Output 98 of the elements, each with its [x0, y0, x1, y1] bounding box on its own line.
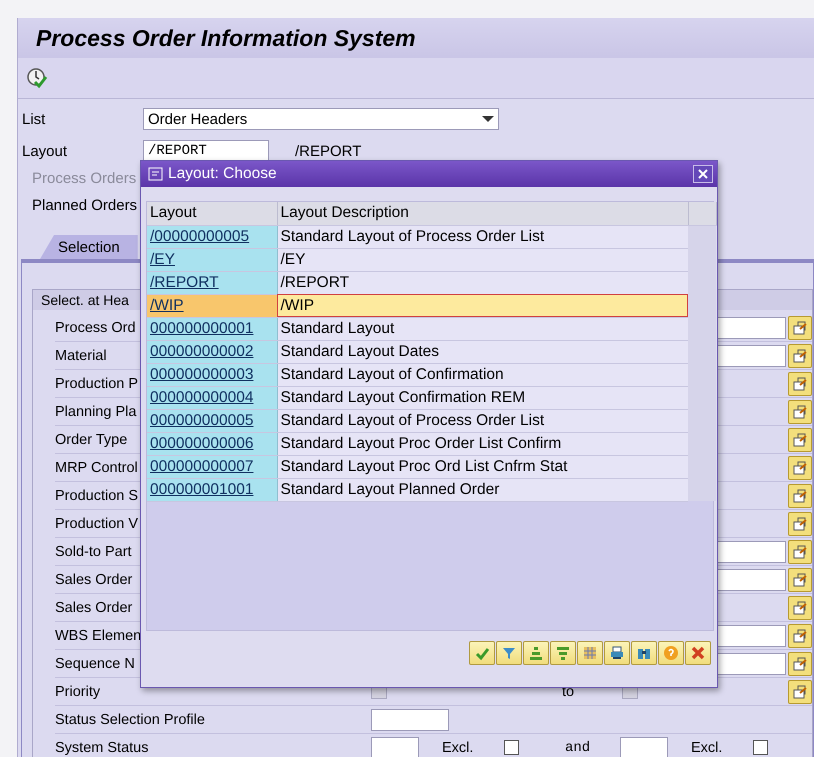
- input-field[interactable]: [371, 736, 419, 757]
- multiple-selection-button[interactable]: [788, 456, 812, 480]
- layout-field[interactable]: /REPORT: [143, 140, 269, 162]
- table-cell: Standard Layout: [277, 317, 688, 340]
- field-label: Layout: [22, 142, 68, 160]
- check-icon: [474, 645, 490, 661]
- dialog-title: Layout: Choose: [168, 165, 277, 183]
- field-label: Order Type: [55, 432, 128, 448]
- table-cell: Standard Layout Proc Ord List Cnfrm Stat: [277, 455, 688, 478]
- column-header: Layout Description: [277, 202, 688, 225]
- and-label: and: [565, 740, 590, 756]
- table-cell: Standard Layout Planned Order: [277, 478, 688, 501]
- table-cell: /REPORT: [277, 271, 688, 294]
- field-label: Sales Order: [55, 600, 132, 616]
- close-icon: [690, 645, 706, 661]
- field-label: Production P: [55, 376, 138, 392]
- multiple-selection-button[interactable]: [788, 344, 812, 368]
- multiple-selection-icon: [792, 628, 808, 644]
- field-label: Sold-to Part: [55, 544, 132, 560]
- field-label: Planning Pla: [55, 404, 136, 420]
- table-cell: Standard Layout Confirmation REM: [277, 386, 688, 409]
- multiple-selection-icon: [792, 572, 808, 588]
- sort-ascending-button[interactable]: [523, 641, 549, 665]
- tab[interactable]: Selection: [40, 235, 138, 259]
- field-label: WBS Elemen: [55, 628, 142, 644]
- multiple-selection-icon: [792, 460, 808, 476]
- layout-button[interactable]: [577, 641, 603, 665]
- multiple-selection-icon: [792, 320, 808, 336]
- print-button[interactable]: [604, 641, 630, 665]
- to-label: to: [562, 684, 576, 700]
- option-label: Process Orders: [32, 170, 136, 187]
- multiple-selection-button[interactable]: [788, 372, 812, 396]
- list-dropdown[interactable]: Order Headers: [143, 108, 499, 130]
- field-label: System Status: [55, 740, 148, 756]
- window-icon: [148, 167, 164, 181]
- multiple-selection-button[interactable]: [788, 624, 812, 648]
- field-label: Priority: [55, 684, 100, 700]
- table-cell: Standard Layout Proc Order List Confirm: [277, 432, 688, 455]
- sort-ascending-icon: [528, 645, 544, 661]
- multiple-selection-button[interactable]: [788, 400, 812, 424]
- multiple-selection-button[interactable]: [788, 512, 812, 536]
- multiple-selection-icon: [792, 544, 808, 560]
- multiple-selection-icon: [792, 404, 808, 420]
- multiple-selection-icon: [792, 432, 808, 448]
- layout-link[interactable]: /EY: [150, 250, 175, 268]
- field-label: Sales Order: [55, 572, 132, 588]
- field-label: Production V: [55, 516, 138, 532]
- table-cell: Standard Layout of Process Order List: [277, 225, 688, 248]
- field-label: Process Ord: [55, 320, 136, 336]
- field-label: MRP Control: [55, 460, 138, 476]
- close-button[interactable]: [693, 165, 713, 183]
- sort-descending-button[interactable]: [550, 641, 576, 665]
- grid-icon: [582, 645, 598, 661]
- table-cell: Standard Layout of Process Order List: [277, 409, 688, 432]
- sort-descending-icon: [555, 645, 571, 661]
- multiple-selection-button[interactable]: [788, 568, 812, 592]
- multiple-selection-button[interactable]: [788, 596, 812, 620]
- multiple-selection-button[interactable]: [788, 316, 812, 340]
- field-label: Excl.: [442, 740, 474, 756]
- confirm-button[interactable]: [469, 641, 495, 665]
- multiple-selection-button[interactable]: [788, 484, 812, 508]
- multiple-selection-button[interactable]: [788, 540, 812, 564]
- field-label: Excl.: [691, 740, 722, 756]
- caret-icon: [482, 115, 494, 123]
- multiple-selection-button[interactable]: [788, 680, 812, 704]
- multiple-selection-icon: [792, 516, 808, 532]
- multiple-selection-icon: [792, 684, 808, 700]
- field-label: List: [22, 110, 46, 128]
- multiple-selection-icon: [792, 600, 808, 616]
- option-label[interactable]: Planned Orders: [32, 197, 138, 214]
- field-label: Sequence N: [55, 656, 135, 672]
- printer-icon: [609, 645, 625, 661]
- field-label: Material: [55, 348, 107, 364]
- checkbox[interactable]: [753, 740, 768, 755]
- table-cell: /WIP: [277, 294, 688, 317]
- multiple-selection-icon: [792, 376, 808, 392]
- close-icon: [698, 169, 708, 179]
- field-label: Status Selection Profile: [55, 712, 205, 728]
- layout-name: /REPORT: [295, 142, 362, 160]
- field-label: Production S: [55, 488, 138, 504]
- multiple-selection-icon: [792, 348, 808, 364]
- multiple-selection-icon: [792, 656, 808, 672]
- cancel-button[interactable]: [685, 641, 711, 665]
- filter-button[interactable]: [496, 641, 522, 665]
- window-title: Process Order Information System: [36, 24, 416, 52]
- input-field[interactable]: [620, 736, 668, 757]
- table-cell: /EY: [277, 248, 688, 271]
- filter-icon: [501, 645, 517, 661]
- table-cell: Standard Layout Dates: [277, 340, 688, 363]
- checkbox[interactable]: [504, 740, 519, 755]
- column-header: Layout: [147, 202, 277, 225]
- multiple-selection-icon: [792, 488, 808, 504]
- execute-icon[interactable]: [26, 67, 48, 89]
- table-cell: Standard Layout of Confirmation: [277, 363, 688, 386]
- input-field[interactable]: [371, 708, 449, 730]
- help-icon: [663, 645, 679, 661]
- multiple-selection-button[interactable]: [788, 652, 812, 676]
- multiple-selection-button[interactable]: [788, 428, 812, 452]
